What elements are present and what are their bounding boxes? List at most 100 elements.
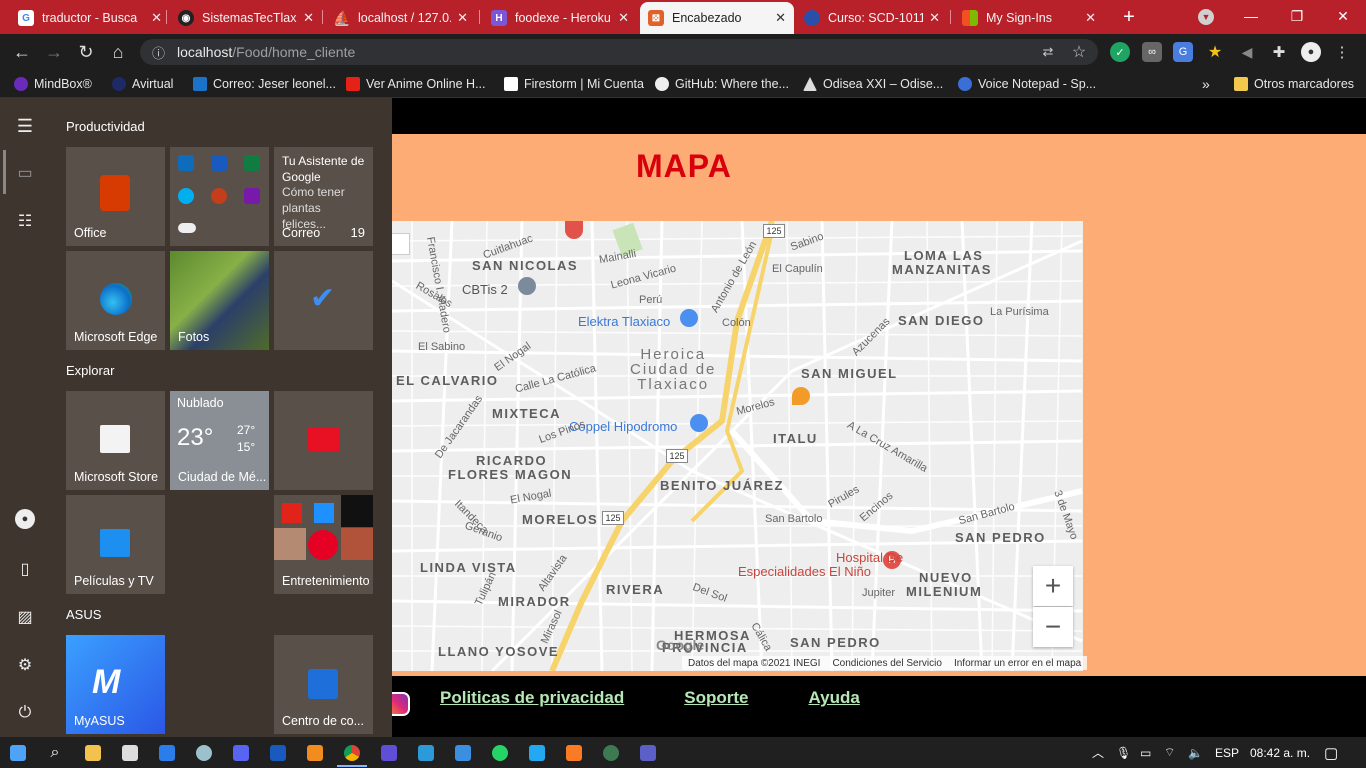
other-bookmarks[interactable]: Otros marcadores <box>1234 70 1354 98</box>
close-icon[interactable]: ✕ <box>151 10 162 26</box>
map-control[interactable] <box>392 233 410 255</box>
tile-entretenimiento[interactable]: Entretenimiento <box>274 495 373 594</box>
report-error-link[interactable]: Informar un error en el mapa <box>954 658 1081 669</box>
pictures-icon[interactable]: ▨ <box>13 605 37 629</box>
google-map[interactable]: SAN NICOLAS LOMA LAS MANZANITAS SAN DIEG… <box>392 221 1083 671</box>
microphone-icon[interactable]: 🎙 <box>1116 737 1131 768</box>
taskbar-word[interactable] <box>263 737 293 768</box>
minimize-icon[interactable]: — <box>1228 0 1274 32</box>
close-icon[interactable]: ✕ <box>618 10 629 26</box>
restore-icon[interactable]: ❐ <box>1274 0 1320 32</box>
tab-foodexe[interactable]: H foodexe - Heroku ✕ <box>483 2 637 34</box>
zoom-out-button[interactable]: − <box>1033 607 1073 647</box>
bookmark-mindbox[interactable]: MindBox® <box>14 70 92 98</box>
back-icon[interactable]: ← <box>6 34 38 70</box>
tile-store[interactable]: Microsoft Store <box>66 391 165 490</box>
audio-icon[interactable]: ◀ <box>1237 42 1257 62</box>
help-link[interactable]: Ayuda <box>808 688 859 708</box>
forward-icon[interactable]: → <box>38 34 70 70</box>
show-hidden-icons[interactable]: ︿ <box>1092 737 1104 768</box>
tab-search-icon[interactable]: ▼ <box>1198 9 1214 25</box>
tab-localhost[interactable]: ⛵ localhost / 127.0.0 ✕ <box>326 2 476 34</box>
star-extension-icon[interactable]: ★ <box>1205 42 1225 62</box>
reload-icon[interactable]: ↻ <box>70 34 102 70</box>
translate-icon[interactable]: ⇄ <box>1038 42 1058 62</box>
taskbar-whatsapp[interactable] <box>485 737 515 768</box>
wifi-icon[interactable]: ⌔ <box>1164 737 1175 768</box>
taskbar-store[interactable] <box>115 737 145 768</box>
close-icon[interactable]: ✕ <box>775 10 786 26</box>
search-icon[interactable]: ⌕ <box>40 737 70 768</box>
power-icon[interactable]: ⏻ <box>13 701 37 725</box>
restaurant-marker-icon[interactable] <box>792 387 810 405</box>
close-icon[interactable]: ✕ <box>457 10 468 26</box>
start-button[interactable] <box>3 737 33 768</box>
taskbar-app2[interactable] <box>374 737 404 768</box>
clock[interactable]: 08:42 a. m. <box>1250 737 1310 768</box>
bookmark-correo[interactable]: Correo: Jeser leonel... <box>193 70 336 98</box>
bookmark-star-icon[interactable]: ☆ <box>1069 42 1089 62</box>
taskbar-3d[interactable] <box>411 737 441 768</box>
taskbar-phone[interactable] <box>448 737 478 768</box>
avatar[interactable]: ● <box>1301 42 1321 62</box>
tile-todo[interactable]: ✔ <box>274 251 373 350</box>
menu-dots-icon[interactable]: ⋮ <box>1332 42 1352 62</box>
tile-fotos[interactable]: Fotos <box>170 251 269 350</box>
tab-traductor[interactable]: G traductor - Busca ✕ <box>10 2 170 34</box>
taskbar-vscode[interactable] <box>522 737 552 768</box>
close-icon[interactable]: ✕ <box>929 10 940 26</box>
taskbar-xampp[interactable] <box>559 737 589 768</box>
bookmark-anime[interactable]: Ver Anime Online H... <box>346 70 486 98</box>
battery-icon[interactable]: ▭ <box>1140 737 1151 768</box>
tile-weather[interactable]: Nublado 23° 27° 15° Ciudad de Mé... <box>170 391 269 490</box>
settings-gear-icon[interactable]: ⚙ <box>13 653 37 677</box>
zoom-in-button[interactable]: + <box>1033 566 1073 606</box>
language-indicator[interactable]: ESP <box>1215 737 1239 768</box>
tile-centro[interactable]: Centro de co... <box>274 635 373 734</box>
support-link[interactable]: Soporte <box>684 688 748 708</box>
taskbar-explorer[interactable] <box>78 737 108 768</box>
tiles-icon[interactable]: ▭ <box>13 161 37 185</box>
taskbar-discord[interactable] <box>226 737 256 768</box>
address-bar[interactable]: ⓘ localhost/Food/home_cliente <box>140 39 1098 65</box>
tab-my-sign-ins[interactable]: My Sign-Ins ✕ <box>954 2 1104 34</box>
notifications-icon[interactable]: ▢ <box>1324 737 1338 768</box>
tab-encabezado[interactable]: ⊠ Encabezado ✕ <box>640 2 794 34</box>
bookmark-odisea[interactable]: Odisea XXI – Odise... <box>803 70 943 98</box>
documents-icon[interactable]: ▯ <box>13 557 37 581</box>
taskbar-mail[interactable] <box>152 737 182 768</box>
new-tab-button[interactable]: + <box>1118 2 1140 32</box>
bookmark-avirtual[interactable]: Avirtual <box>112 70 173 98</box>
volume-icon[interactable]: 🔈 <box>1188 737 1203 768</box>
all-apps-icon[interactable]: ☷ <box>13 209 37 233</box>
tile-news[interactable] <box>274 391 373 490</box>
taskbar-app3[interactable] <box>596 737 626 768</box>
close-icon[interactable]: ✕ <box>1085 10 1096 26</box>
bookmark-firestorm[interactable]: Firestorm | Mi Cuenta <box>504 70 644 98</box>
terms-link[interactable]: Condiciones del Servicio <box>832 658 942 669</box>
adblock-shield-icon[interactable]: ✓ <box>1110 42 1130 62</box>
shopping-marker-icon[interactable] <box>690 414 708 432</box>
tab-curso[interactable]: Curso: SCD-1011 ✕ <box>796 2 948 34</box>
bookmark-voice-notepad[interactable]: Voice Notepad - Sp... <box>958 70 1096 98</box>
tile-office-apps[interactable] <box>170 147 269 246</box>
hospital-marker-icon[interactable] <box>565 221 583 239</box>
tile-office[interactable]: Office <box>66 147 165 246</box>
taskbar-sublime[interactable] <box>300 737 330 768</box>
hamburger-icon[interactable]: ☰ <box>13 114 37 138</box>
tab-sistemastec[interactable]: ◉ SistemasTecTlaxia ✕ <box>170 2 322 34</box>
user-avatar[interactable]: ● <box>15 509 35 529</box>
taskbar-teams[interactable] <box>633 737 663 768</box>
tile-peliculas[interactable]: Películas y TV <box>66 495 165 594</box>
taskbar-app[interactable] <box>189 737 219 768</box>
privacy-link[interactable]: Politicas de privacidad <box>440 688 624 708</box>
bookmarks-overflow[interactable]: » <box>1202 70 1210 98</box>
tile-correo[interactable]: Tu Asistente de Google Cómo tener planta… <box>274 147 373 246</box>
shopping-marker-icon[interactable] <box>680 309 698 327</box>
school-marker-icon[interactable] <box>518 277 536 295</box>
home-icon[interactable]: ⌂ <box>102 34 134 70</box>
taskbar-chrome[interactable] <box>337 737 367 768</box>
bookmark-github[interactable]: GitHub: Where the... <box>655 70 789 98</box>
tile-edge[interactable]: Microsoft Edge <box>66 251 165 350</box>
extension-icon[interactable]: ∞ <box>1142 42 1162 62</box>
